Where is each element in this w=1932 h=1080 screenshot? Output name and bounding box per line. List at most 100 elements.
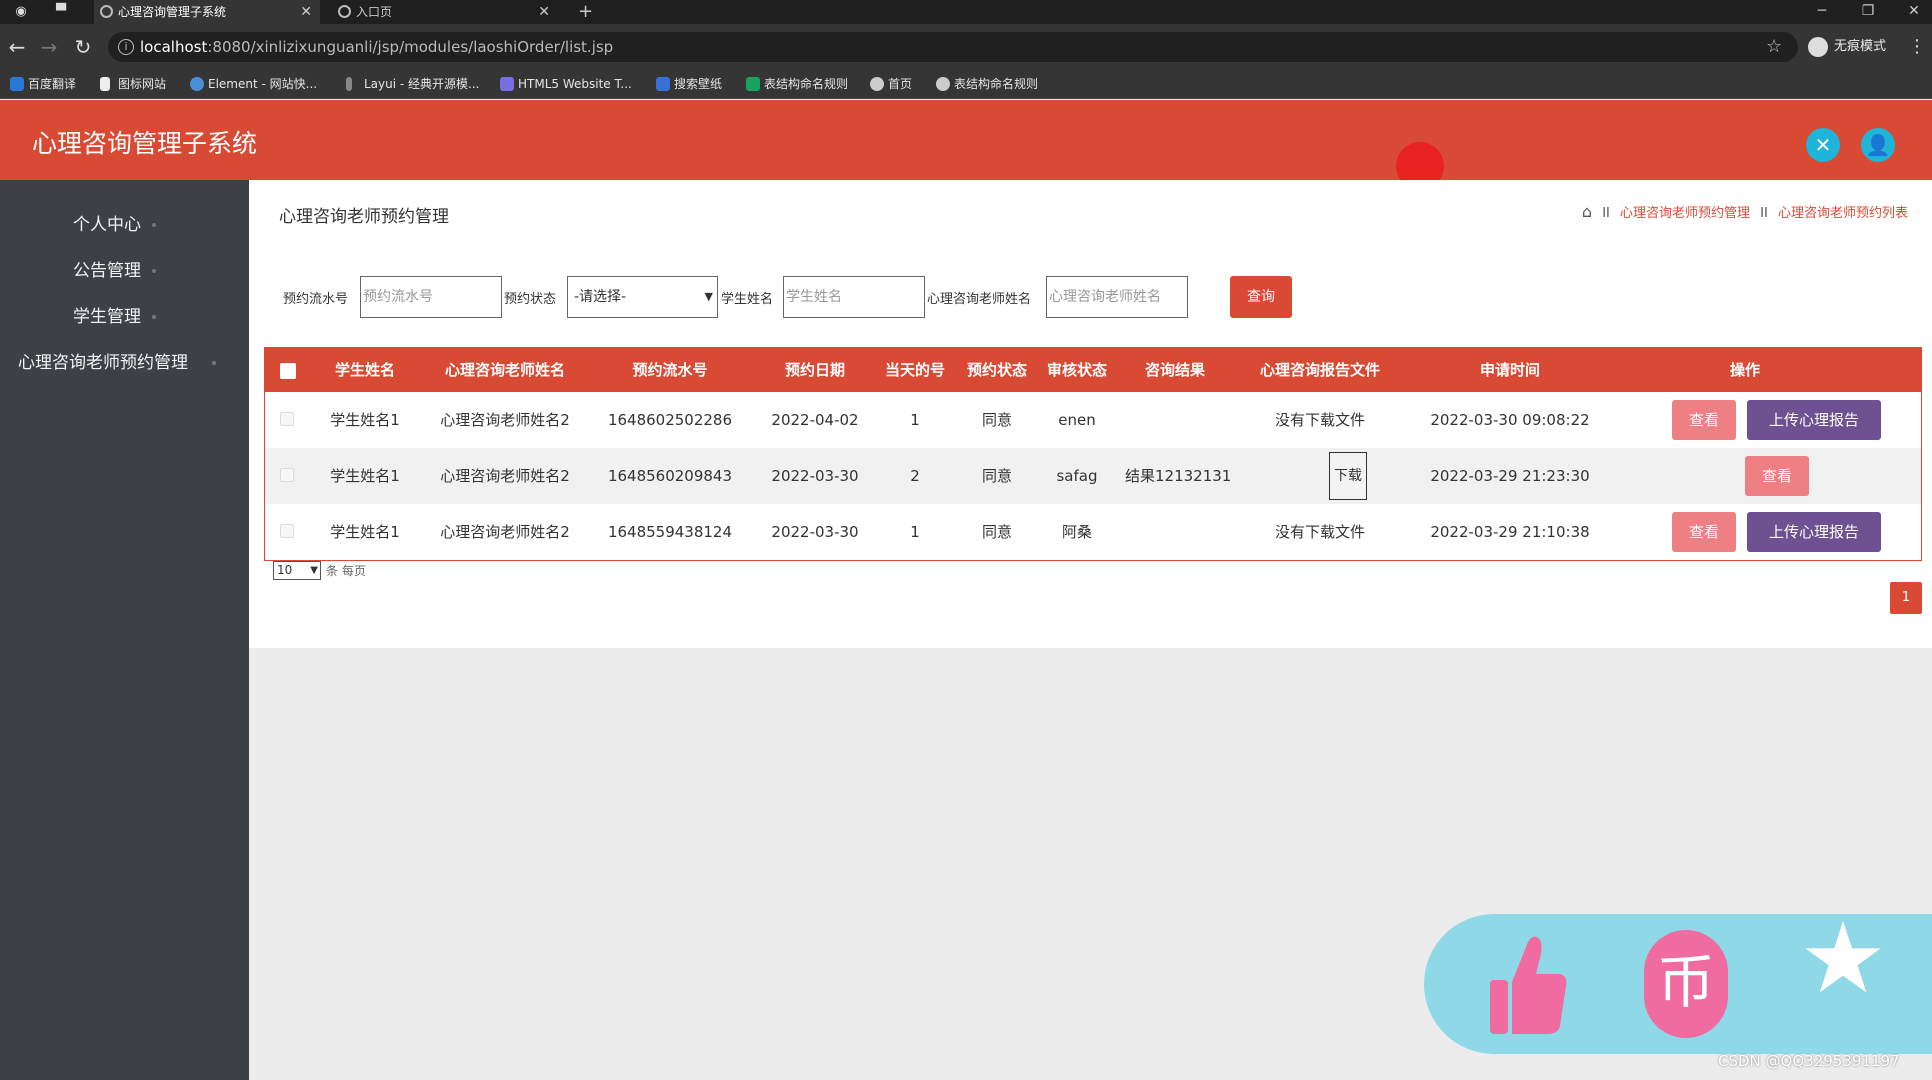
favorite-star-icon[interactable]: ★ (1798, 904, 1888, 1014)
breadcrumb-item[interactable]: 心理咨询老师预约管理 (1620, 206, 1750, 221)
bookmark-item[interactable]: 图标网站 (100, 76, 166, 92)
user-avatar-icon[interactable]: 👤 (1861, 128, 1895, 162)
cell-date: 2022-03-30 (771, 467, 859, 485)
sidebar: 个人中心 公告管理 学生管理 心理咨询老师预约管理 (0, 180, 249, 1080)
upload-report-button[interactable]: 上传心理报告 (1747, 512, 1881, 552)
chevron-dot-icon (152, 269, 156, 273)
cell-student-name: 学生姓名1 (330, 467, 400, 485)
browser-tab-bar: ◉ ▀ 心理咨询管理子系统 ✕ 入口页 ✕ + ─ ❐ ✕ (0, 0, 1932, 24)
teacher-name-input[interactable]: 心理咨询老师姓名 (1046, 276, 1188, 318)
wallpaper-icon (656, 77, 670, 91)
tab-close-icon[interactable]: ✕ (300, 0, 312, 24)
tab-favicon-icon (338, 5, 351, 18)
column-header: 学生姓名 (334, 361, 395, 379)
browser-tab-entry[interactable]: 入口页 ✕ (332, 0, 558, 24)
row-checkbox[interactable] (280, 468, 294, 482)
sidebar-item-personal-center[interactable]: 个人中心 (0, 202, 249, 248)
cell-status: 同意 (981, 523, 1012, 541)
bookmark-star-icon[interactable]: ☆ (1766, 36, 1782, 57)
page-size-select[interactable]: 10 ▼ (273, 561, 321, 580)
upload-report-button[interactable]: 上传心理报告 (1747, 400, 1881, 440)
cell-result (1125, 392, 1225, 448)
close-window-button[interactable]: ✕ (1896, 0, 1932, 24)
minimize-button[interactable]: ─ (1804, 0, 1840, 24)
sidebar-item-appointment-management[interactable]: 心理咨询老师预约管理 (0, 340, 249, 386)
order-no-label: 预约流水号 (283, 292, 349, 307)
cell-order-no: 1648602502286 (607, 411, 733, 429)
column-header: 操作 (1729, 361, 1760, 379)
table-row: 学生姓名1 心理咨询老师姓名2 1648602502286 2022-04-02… (265, 392, 1921, 448)
new-tab-button[interactable]: + (578, 0, 593, 24)
browser-address-bar: ← → ↻ i localhost:8080/xinlizixunguanli/… (0, 24, 1932, 70)
sidebar-item-student-management[interactable]: 学生管理 (0, 294, 249, 340)
bookmark-item[interactable]: 搜索壁纸 (656, 76, 722, 92)
coin-icon[interactable]: 币 (1644, 930, 1728, 1038)
tab-title: 心理咨询管理子系统 (118, 5, 227, 19)
bookmark-item[interactable]: 表结构命名规则 (936, 76, 1038, 92)
bookmark-item[interactable]: 百度翻译 (10, 76, 76, 92)
breadcrumb-item[interactable]: 心理咨询老师预约列表 (1778, 206, 1908, 221)
table-row: 学生姓名1 心理咨询老师姓名2 1648559438124 2022-03-30… (265, 504, 1921, 560)
app-title: 心理咨询管理子系统 (32, 129, 258, 158)
appointment-table: 学生姓名 心理咨询老师姓名 预约流水号 预约日期 当天的号 预约状态 审核状态 … (264, 347, 1922, 561)
bookmark-item[interactable]: 首页 (870, 76, 912, 92)
page-number-button[interactable]: 1 (1890, 582, 1922, 614)
query-button[interactable]: 查询 (1230, 276, 1292, 318)
url-host: localhost (140, 38, 208, 56)
chevron-dot-icon (152, 223, 156, 227)
sidebar-item-notice-management[interactable]: 公告管理 (0, 248, 249, 294)
student-name-input[interactable]: 学生姓名 (783, 276, 925, 318)
url-input[interactable]: i localhost:8080/xinlizixunguanli/jsp/mo… (108, 32, 1798, 62)
cell-applied-time: 2022-03-29 21:10:38 (1430, 523, 1590, 541)
cell-review: safag (1056, 467, 1098, 485)
cell-applied-time: 2022-03-29 21:23:30 (1430, 467, 1590, 485)
back-arrow-icon[interactable]: ← (4, 34, 30, 60)
fullscreen-toggle-icon[interactable]: ✕ (1806, 128, 1840, 162)
sheet-icon (746, 77, 760, 91)
cell-applied-time: 2022-03-30 09:08:22 (1430, 411, 1590, 429)
incognito-indicator[interactable]: 无痕模式 (1808, 34, 1886, 60)
view-button[interactable]: 查看 (1745, 456, 1809, 496)
view-button[interactable]: 查看 (1672, 512, 1736, 552)
cell-day-number: 2 (910, 467, 920, 485)
column-header: 咨询结果 (1144, 361, 1205, 379)
column-header: 审核状态 (1046, 361, 1107, 379)
order-no-input[interactable]: 预约流水号 (360, 276, 502, 318)
bookmark-item[interactable]: Element - 网站快... (190, 76, 317, 92)
site-info-icon[interactable]: i (118, 39, 134, 55)
tab-title: 入口页 (356, 5, 393, 19)
status-select-value: -请选择- (574, 289, 627, 305)
bookmark-item[interactable]: Layui - 经典开源模... (346, 76, 479, 92)
column-header: 申请时间 (1479, 361, 1540, 379)
breadcrumb-separator: II (1760, 206, 1768, 221)
forward-arrow-icon[interactable]: → (36, 34, 62, 60)
tab-close-icon[interactable]: ✕ (538, 0, 550, 24)
cell-student-name: 学生姓名1 (330, 411, 400, 429)
cell-day-number: 1 (910, 523, 920, 541)
row-checkbox[interactable] (280, 524, 294, 538)
row-checkbox[interactable] (280, 412, 294, 426)
sidebar-item-label: 心理咨询老师预约管理 (18, 353, 188, 373)
status-select[interactable]: -请选择- ▼ (567, 276, 718, 318)
download-button[interactable]: 下载 (1329, 452, 1367, 500)
cell-status: 同意 (981, 411, 1012, 429)
view-button[interactable]: 查看 (1672, 400, 1736, 440)
html5-icon (500, 77, 514, 91)
browser-menu-icon[interactable]: ⋮ (1908, 36, 1926, 57)
bookmark-item[interactable]: 表结构命名规则 (746, 76, 848, 92)
column-header: 预约状态 (966, 361, 1027, 379)
table-header: 学生姓名 心理咨询老师姓名 预约流水号 预约日期 当天的号 预约状态 审核状态 … (265, 348, 1921, 392)
bookmark-item[interactable]: HTML5 Website T... (500, 76, 632, 92)
page-size-value: 10 (277, 563, 293, 577)
watermark-text: CSDN @QQ3295391197 (1718, 1052, 1900, 1070)
tab-overview-icon[interactable]: ▀ (52, 3, 70, 21)
restore-button[interactable]: ❐ (1850, 0, 1886, 24)
select-all-checkbox[interactable] (280, 363, 296, 379)
sidebar-item-label: 学生管理 (73, 307, 141, 327)
flag-icon (100, 77, 110, 91)
reload-icon[interactable]: ↻ (70, 34, 96, 60)
browser-tab-app[interactable]: 心理咨询管理子系统 ✕ (94, 0, 320, 24)
home-icon[interactable]: ⌂ (1582, 202, 1592, 221)
thumbs-up-icon[interactable] (1488, 932, 1568, 1036)
sidebar-item-label: 个人中心 (73, 215, 141, 235)
